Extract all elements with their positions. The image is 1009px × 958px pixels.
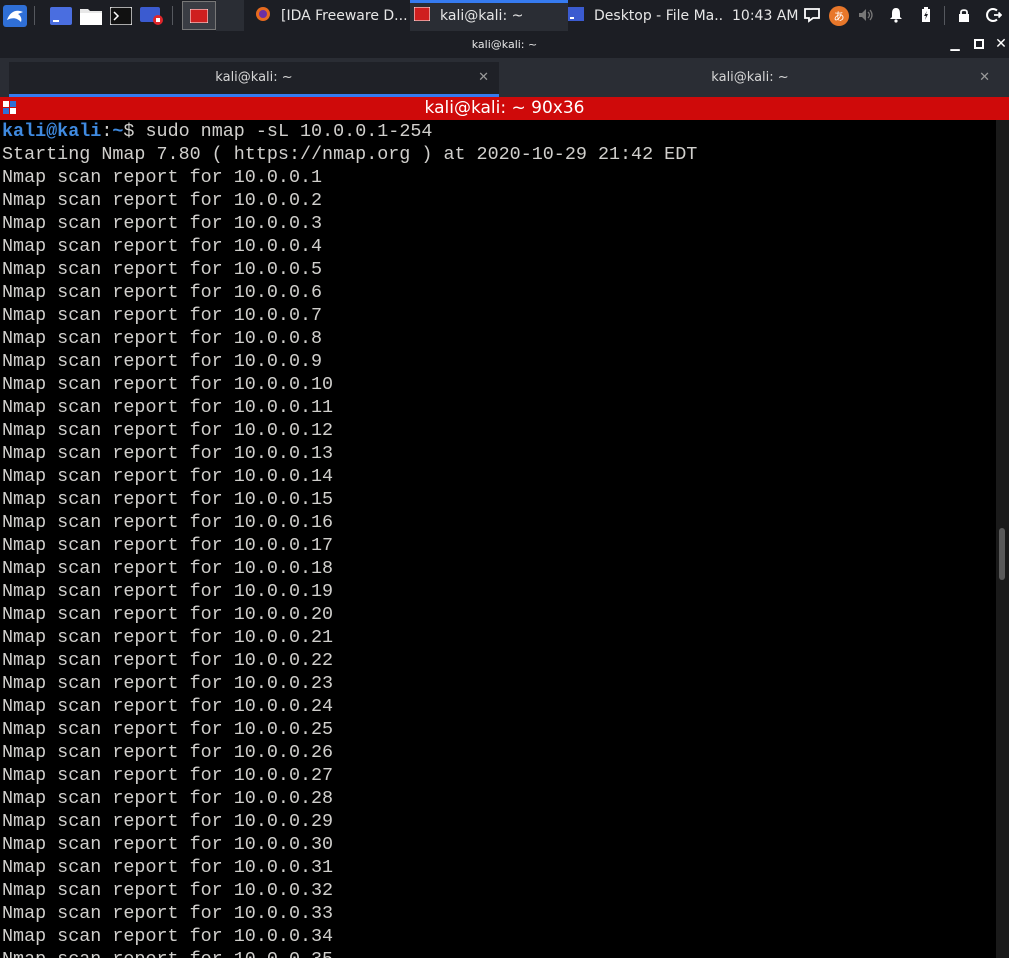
- top-panel: [IDA Freeware D... kali@kali: ~ Desktop …: [0, 0, 1009, 31]
- prompt-path: ~: [112, 121, 124, 142]
- taskbar-task-terminal[interactable]: kali@kali: ~: [410, 0, 568, 31]
- scrollbar-thumb[interactable]: [999, 528, 1005, 580]
- command-line: kali@kali:~$ sudo nmap -sL 10.0.0.1-254: [0, 120, 996, 143]
- output-line: Nmap scan report for 10.0.0.6: [2, 282, 323, 303]
- output-line: Nmap scan report for 10.0.0.21: [2, 627, 334, 648]
- tab-terminal-1[interactable]: kali@kali: ~ ✕: [9, 62, 499, 97]
- output-line: Nmap scan report for 10.0.0.9: [2, 351, 323, 372]
- output-line: Nmap scan report for 10.0.0.11: [2, 397, 334, 418]
- task-label: [IDA Freeware D...: [281, 7, 407, 24]
- svg-text:あ: あ: [834, 10, 845, 23]
- prompt-user: kali@kali: [2, 121, 102, 142]
- tab-terminal-2[interactable]: kali@kali: ~ ✕: [500, 62, 1000, 97]
- prompt-symbol: $: [123, 121, 135, 142]
- output-line: Nmap scan report for 10.0.0.16: [2, 512, 334, 533]
- output-line: Nmap scan report for 10.0.0.24: [2, 696, 334, 717]
- output-line: Nmap scan report for 10.0.0.22: [2, 650, 334, 671]
- output-line: Nmap scan report for 10.0.0.17: [2, 535, 334, 556]
- maximize-icon[interactable]: [972, 37, 986, 51]
- output-line: Nmap scan report for 10.0.0.23: [2, 673, 334, 694]
- clock[interactable]: 10:43 AM: [732, 0, 798, 31]
- output-line: Nmap scan report for 10.0.0.28: [2, 788, 334, 809]
- output-line: Nmap scan report for 10.0.0.4: [2, 236, 323, 257]
- command-text: sudo nmap -sL 10.0.0.1-254: [134, 121, 433, 142]
- output-line: Nmap scan report for 10.0.0.2: [2, 190, 323, 211]
- output-line: Nmap scan report for 10.0.0.20: [2, 604, 334, 625]
- workspace-2-button[interactable]: [216, 0, 244, 31]
- terminal-task-icon: [413, 6, 431, 25]
- output-line: Nmap scan report for 10.0.0.35: [0, 948, 996, 958]
- close-window-icon[interactable]: ✕: [994, 37, 1008, 51]
- output-line: Nmap scan report for 10.0.0.8: [2, 328, 323, 349]
- tab-label: kali@kali: ~: [711, 70, 789, 85]
- output-line: Nmap scan report for 10.0.0.30: [2, 834, 334, 855]
- terminal-output[interactable]: kali@kali:~$ sudo nmap -sL 10.0.0.1-254 …: [0, 120, 996, 958]
- output-line: Nmap scan report for 10.0.0.13: [2, 443, 334, 464]
- logout-icon[interactable]: [986, 7, 1002, 23]
- output-line: Nmap scan report for 10.0.0.5: [2, 259, 323, 280]
- screen-recorder-icon[interactable]: [140, 0, 164, 31]
- output-line: Nmap scan report for 10.0.0.26: [2, 742, 334, 763]
- output-lines: Starting Nmap 7.80 ( https://nmap.org ) …: [0, 143, 996, 958]
- output-line: Nmap scan report for 10.0.0.34: [2, 926, 334, 947]
- output-line: Nmap scan report for 10.0.0.3: [2, 213, 323, 234]
- output-line: Nmap scan report for 10.0.0.33: [2, 903, 334, 924]
- task-label: kali@kali: ~: [440, 7, 524, 24]
- workspace-1-button[interactable]: [182, 1, 216, 30]
- output-line: Nmap scan report for 10.0.0.15: [2, 489, 334, 510]
- terminal-scrollbar[interactable]: [996, 120, 1009, 958]
- window-title: kali@kali: ~: [471, 38, 538, 51]
- output-line: Nmap scan report for 10.0.0.19: [2, 581, 334, 602]
- task-label: Desktop - File Ma...: [594, 7, 724, 24]
- output-line: Nmap scan report for 10.0.0.18: [2, 558, 334, 579]
- kali-menu-icon[interactable]: [3, 0, 27, 31]
- notification-chat-icon[interactable]: [804, 7, 820, 23]
- output-line: Starting Nmap 7.80 ( https://nmap.org ) …: [2, 144, 698, 165]
- firefox-icon: [255, 6, 271, 26]
- output-line: Nmap scan report for 10.0.0.12: [2, 420, 334, 441]
- terminal-launcher-icon[interactable]: [110, 0, 132, 31]
- battery-icon[interactable]: [918, 7, 934, 23]
- output-line: Nmap scan report for 10.0.0.31: [2, 857, 334, 878]
- output-line: Nmap scan report for 10.0.0.10: [2, 374, 334, 395]
- prompt-colon: :: [101, 121, 113, 142]
- output-line: Nmap scan report for 10.0.0.7: [2, 305, 323, 326]
- tab-bar: kali@kali: ~ ✕ kali@kali: ~ ✕: [0, 58, 1009, 97]
- notification-bell-icon[interactable]: [888, 7, 904, 23]
- input-method-icon[interactable]: あ: [828, 5, 850, 27]
- close-tab-icon[interactable]: ✕: [478, 70, 489, 85]
- desktop-folder-icon: [568, 6, 584, 25]
- terminal-titlebar: kali@kali: ~ 90x36: [0, 97, 1009, 120]
- volume-icon[interactable]: [858, 7, 874, 23]
- output-line: Nmap scan report for 10.0.0.29: [2, 811, 334, 832]
- terminal-title: kali@kali: ~ 90x36: [424, 98, 585, 118]
- output-line: Nmap scan report for 10.0.0.14: [2, 466, 334, 487]
- show-desktop-icon[interactable]: [50, 0, 72, 31]
- output-line: Nmap scan report for 10.0.0.1: [2, 167, 323, 188]
- tab-label: kali@kali: ~: [215, 70, 293, 85]
- output-line: Nmap scan report for 10.0.0.32: [2, 880, 334, 901]
- taskbar-task-ida[interactable]: [IDA Freeware D...: [255, 0, 407, 31]
- output-line: Nmap scan report for 10.0.0.25: [2, 719, 334, 740]
- lock-screen-icon[interactable]: [956, 7, 972, 23]
- taskbar-task-file-manager[interactable]: Desktop - File Ma...: [568, 0, 724, 31]
- minimize-icon[interactable]: ▁: [948, 37, 962, 51]
- window-titlebar[interactable]: kali@kali: ~ ▁ ✕: [0, 31, 1009, 58]
- output-line: Nmap scan report for 10.0.0.27: [2, 765, 334, 786]
- close-tab-icon[interactable]: ✕: [979, 70, 990, 85]
- file-manager-icon[interactable]: [80, 0, 102, 31]
